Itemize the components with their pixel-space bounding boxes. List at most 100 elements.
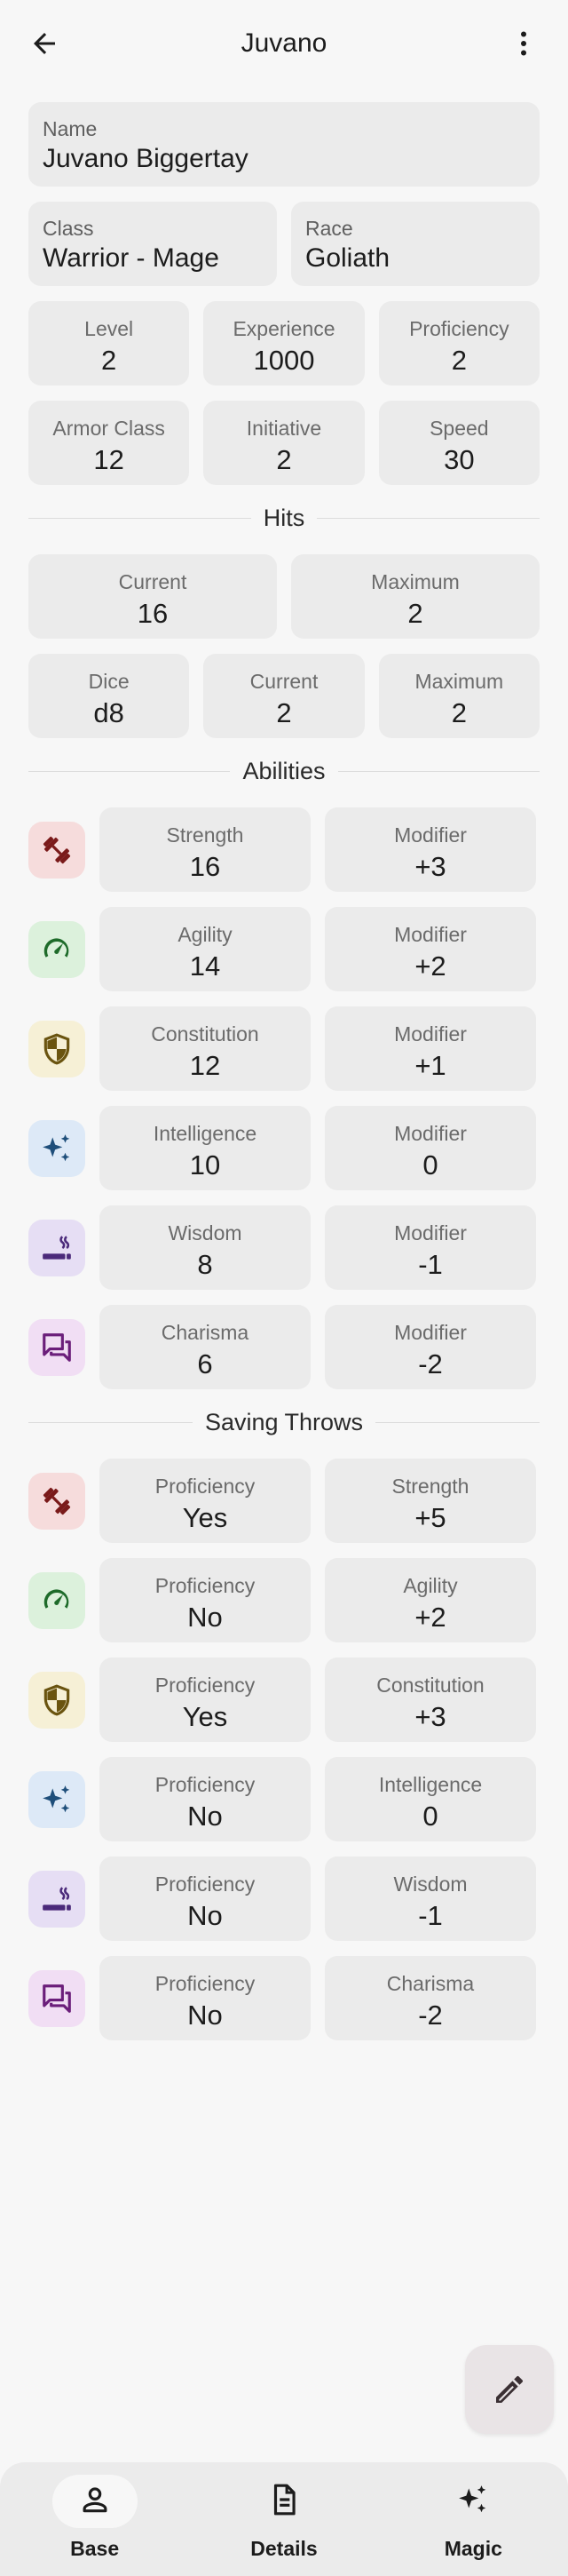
ability-strength-score[interactable]: Strength 16 [99, 807, 311, 892]
ability-constitution-score-label: Constitution [151, 1022, 259, 1046]
abilities-list: Strength 16 Modifier +3 Agility 14 Modif… [28, 807, 540, 1389]
ability-charisma-modifier-value: -2 [418, 1348, 443, 1379]
dumbbell-icon [28, 821, 85, 879]
more-options-button[interactable] [499, 19, 548, 68]
speed-field[interactable]: Speed 30 [378, 401, 540, 485]
race-label: Race [305, 217, 353, 240]
ability-charisma-modifier[interactable]: Modifier -2 [325, 1305, 536, 1389]
sparkles-icon [28, 1119, 85, 1177]
hits-maximum-field[interactable]: Maximum 2 [291, 554, 540, 639]
edit-fab-button[interactable] [465, 2345, 554, 2434]
ability-wisdom-score[interactable]: Wisdom 8 [99, 1205, 311, 1290]
save-agility-proficiency[interactable]: Proficiency No [99, 1558, 311, 1642]
ability-row-agility: Agility 14 Modifier +2 [28, 907, 540, 991]
ability-wisdom-modifier[interactable]: Modifier -1 [325, 1205, 536, 1290]
bottom-navigation: Base Details Magic [0, 2462, 568, 2576]
save-strength-proficiency[interactable]: Proficiency Yes [99, 1459, 311, 1543]
save-intelligence-proficiency[interactable]: Proficiency No [99, 1757, 311, 1841]
armor-class-field[interactable]: Armor Class 12 [28, 401, 190, 485]
dice-current-value: 2 [276, 697, 292, 728]
save-wisdom-value[interactable]: Wisdom -1 [325, 1856, 536, 1941]
nav-item-magic[interactable]: Magic [402, 2475, 544, 2561]
saving-throw-row-intelligence: Proficiency No Intelligence 0 [28, 1757, 540, 1841]
speed-value: 30 [444, 444, 475, 475]
armor-class-label: Armor Class [52, 417, 165, 440]
nav-indicator [430, 2475, 516, 2528]
divider [317, 517, 540, 519]
person-icon [78, 2483, 112, 2521]
save-charisma-proficiency[interactable]: Proficiency No [99, 1956, 311, 2040]
section-title: Hits [263, 504, 305, 531]
divider [375, 1421, 540, 1423]
divider [28, 770, 231, 772]
ability-strength-score-value: 16 [189, 851, 221, 882]
dice-current-field[interactable]: Current 2 [203, 654, 365, 738]
ability-intelligence-score-label: Intelligence [153, 1122, 257, 1145]
divider [337, 770, 540, 772]
armor-class-value: 12 [93, 444, 124, 475]
character-sheet: Name Juvano Biggertay Class Warrior - Ma… [28, 102, 540, 2055]
name-label: Name [43, 117, 98, 140]
ability-row-intelligence: Intelligence 10 Modifier 0 [28, 1106, 540, 1190]
app-bar: Juvano [0, 0, 568, 87]
save-agility-value[interactable]: Agility +2 [325, 1558, 536, 1642]
hits-current-label: Current [118, 570, 187, 593]
save-agility-proficiency-label: Proficiency [154, 1574, 256, 1597]
ability-strength-modifier[interactable]: Modifier +3 [325, 807, 536, 892]
ability-wisdom-modifier-label: Modifier [394, 1221, 467, 1244]
save-intelligence-value-value: 0 [422, 1801, 438, 1832]
save-intelligence-value[interactable]: Intelligence 0 [325, 1757, 536, 1841]
save-charisma-value[interactable]: Charisma -2 [325, 1956, 536, 2040]
dice-maximum-field[interactable]: Maximum 2 [378, 654, 540, 738]
section-title: Saving Throws [204, 1408, 364, 1435]
ability-intelligence-score-value: 10 [189, 1149, 221, 1181]
save-intelligence-proficiency-value: No [187, 1801, 223, 1832]
name-field[interactable]: Name Juvano Biggertay [28, 102, 540, 187]
pencil-icon [496, 2375, 524, 2403]
back-button[interactable] [20, 19, 69, 68]
save-strength-proficiency-value: Yes [182, 1502, 228, 1533]
save-wisdom-proficiency[interactable]: Proficiency No [99, 1856, 311, 1941]
dice-value: d8 [93, 697, 124, 728]
save-strength-value[interactable]: Strength +5 [325, 1459, 536, 1543]
proficiency-field[interactable]: Proficiency 2 [378, 301, 540, 386]
dice-field[interactable]: Dice d8 [28, 654, 190, 738]
ability-constitution-modifier[interactable]: Modifier +1 [325, 1006, 536, 1091]
ability-constitution-score[interactable]: Constitution 12 [99, 1006, 311, 1091]
nav-item-details[interactable]: Details [213, 2475, 355, 2561]
ability-charisma-score[interactable]: Charisma 6 [99, 1305, 311, 1389]
hits-maximum-label: Maximum [371, 570, 460, 593]
dice-current-label: Current [249, 670, 319, 693]
level-field[interactable]: Level 2 [28, 301, 190, 386]
hits-current-field[interactable]: Current 16 [28, 554, 277, 639]
nav-indicator [241, 2475, 327, 2528]
ability-strength-modifier-label: Modifier [394, 823, 467, 847]
save-constitution-value-value: +3 [414, 1701, 446, 1732]
sparkles-icon [28, 1770, 85, 1828]
save-wisdom-proficiency-value: No [187, 1900, 223, 1931]
save-agility-proficiency-value: No [187, 1602, 223, 1633]
initiative-field[interactable]: Initiative 2 [203, 401, 365, 485]
class-field[interactable]: Class Warrior - Mage [28, 202, 277, 286]
save-constitution-value[interactable]: Constitution +3 [325, 1658, 536, 1742]
ability-wisdom-score-value: 8 [197, 1249, 213, 1280]
class-label: Class [43, 217, 94, 240]
ability-intelligence-modifier[interactable]: Modifier 0 [325, 1106, 536, 1190]
proficiency-label: Proficiency [409, 317, 509, 340]
ability-intelligence-score[interactable]: Intelligence 10 [99, 1106, 311, 1190]
ability-agility-modifier[interactable]: Modifier +2 [325, 907, 536, 991]
ability-constitution-modifier-value: +1 [414, 1050, 446, 1081]
more-vert-icon [521, 31, 526, 56]
save-intelligence-value-label: Intelligence [378, 1773, 483, 1796]
save-wisdom-value-value: -1 [418, 1900, 443, 1931]
ability-intelligence-modifier-label: Modifier [394, 1122, 467, 1145]
ability-agility-score[interactable]: Agility 14 [99, 907, 311, 991]
nav-indicator [51, 2475, 138, 2528]
experience-field[interactable]: Experience 1000 [203, 301, 365, 386]
nav-item-base[interactable]: Base [24, 2475, 166, 2561]
saving-throw-row-charisma: Proficiency No Charisma -2 [28, 1956, 540, 2040]
name-value: Juvano Biggertay [43, 144, 248, 173]
race-field[interactable]: Race Goliath [291, 202, 540, 286]
save-constitution-proficiency[interactable]: Proficiency Yes [99, 1658, 311, 1742]
ability-row-wisdom: Wisdom 8 Modifier -1 [28, 1205, 540, 1290]
